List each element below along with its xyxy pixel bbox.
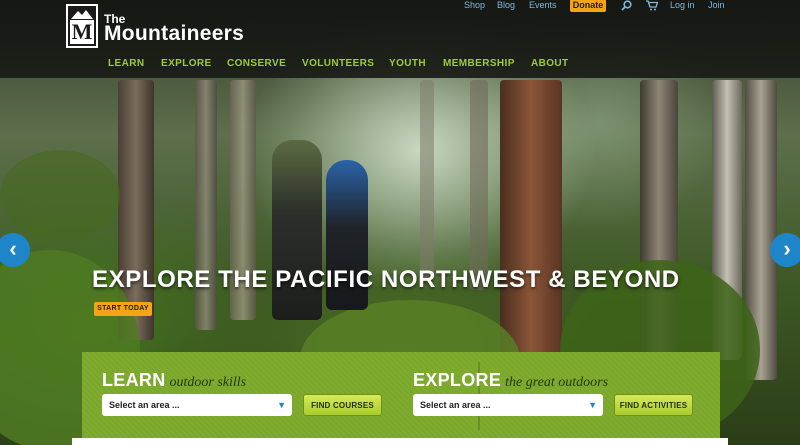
tree-trunk (420, 80, 434, 280)
explore-subheading: the great outdoors (505, 375, 609, 390)
find-activities-button[interactable]: FIND ACTIVITIES (614, 394, 693, 416)
start-today-button[interactable]: START TODAY (94, 302, 152, 316)
join-link[interactable]: Join (708, 0, 725, 14)
dropdown-caret-icon: ▼ (277, 400, 286, 410)
dropdown-caret-icon: ▼ (588, 400, 597, 410)
foliage (0, 150, 120, 240)
logo-letter: M (70, 19, 94, 44)
mountain-icon (71, 10, 93, 19)
cart-icon[interactable] (646, 0, 659, 14)
chevron-right-icon: › (783, 236, 791, 261)
nav-explore[interactable]: EXPLORE (161, 58, 212, 72)
nav-youth[interactable]: YOUTH (389, 58, 426, 72)
learn-title: LEARN outdoor skills (102, 370, 246, 391)
explore-panel: EXPLORE the great outdoors Select an area… (413, 364, 693, 424)
content-edge (72, 438, 728, 445)
learn-heading: LEARN (102, 370, 166, 390)
nav-conserve[interactable]: CONSERVE (227, 58, 286, 72)
learn-area-select[interactable]: Select an area ... ▼ (102, 394, 292, 416)
site-header: M The Mountaineers Shop Blog Events Dona… (0, 0, 800, 78)
site-name[interactable]: Mountaineers (104, 22, 244, 46)
chevron-left-icon: ‹ (9, 236, 17, 261)
nav-volunteers[interactable]: VOLUNTEERS (302, 58, 374, 72)
logo-icon[interactable]: M (66, 4, 98, 48)
explore-select-value: Select an area ... (420, 400, 491, 410)
login-link[interactable]: Log in (670, 0, 695, 14)
explore-heading: EXPLORE (413, 370, 502, 390)
learn-select-value: Select an area ... (109, 400, 180, 410)
search-band: LEARN outdoor skills Select an area ... ▼… (82, 352, 720, 445)
donate-button[interactable]: Donate (570, 0, 606, 12)
nav-learn[interactable]: LEARN (108, 58, 144, 72)
search-icon[interactable] (621, 0, 632, 14)
explore-area-select[interactable]: Select an area ... ▼ (413, 394, 603, 416)
find-courses-button[interactable]: FIND COURSES (303, 394, 382, 416)
tree-trunk (500, 80, 562, 370)
blog-link[interactable]: Blog (497, 0, 515, 14)
nav-membership[interactable]: MEMBERSHIP (443, 58, 515, 72)
tree-trunk (470, 80, 488, 290)
learn-subheading: outdoor skills (169, 375, 247, 390)
events-link[interactable]: Events (529, 0, 557, 14)
nav-about[interactable]: ABOUT (531, 58, 569, 72)
learn-panel: LEARN outdoor skills Select an area ... ▼… (102, 364, 382, 424)
shop-link[interactable]: Shop (464, 0, 485, 14)
explore-title: EXPLORE the great outdoors (413, 370, 608, 391)
slider-next-button[interactable]: › (770, 233, 800, 267)
hero-headline: EXPLORE THE PACIFIC NORTHWEST & BEYOND (92, 266, 680, 293)
